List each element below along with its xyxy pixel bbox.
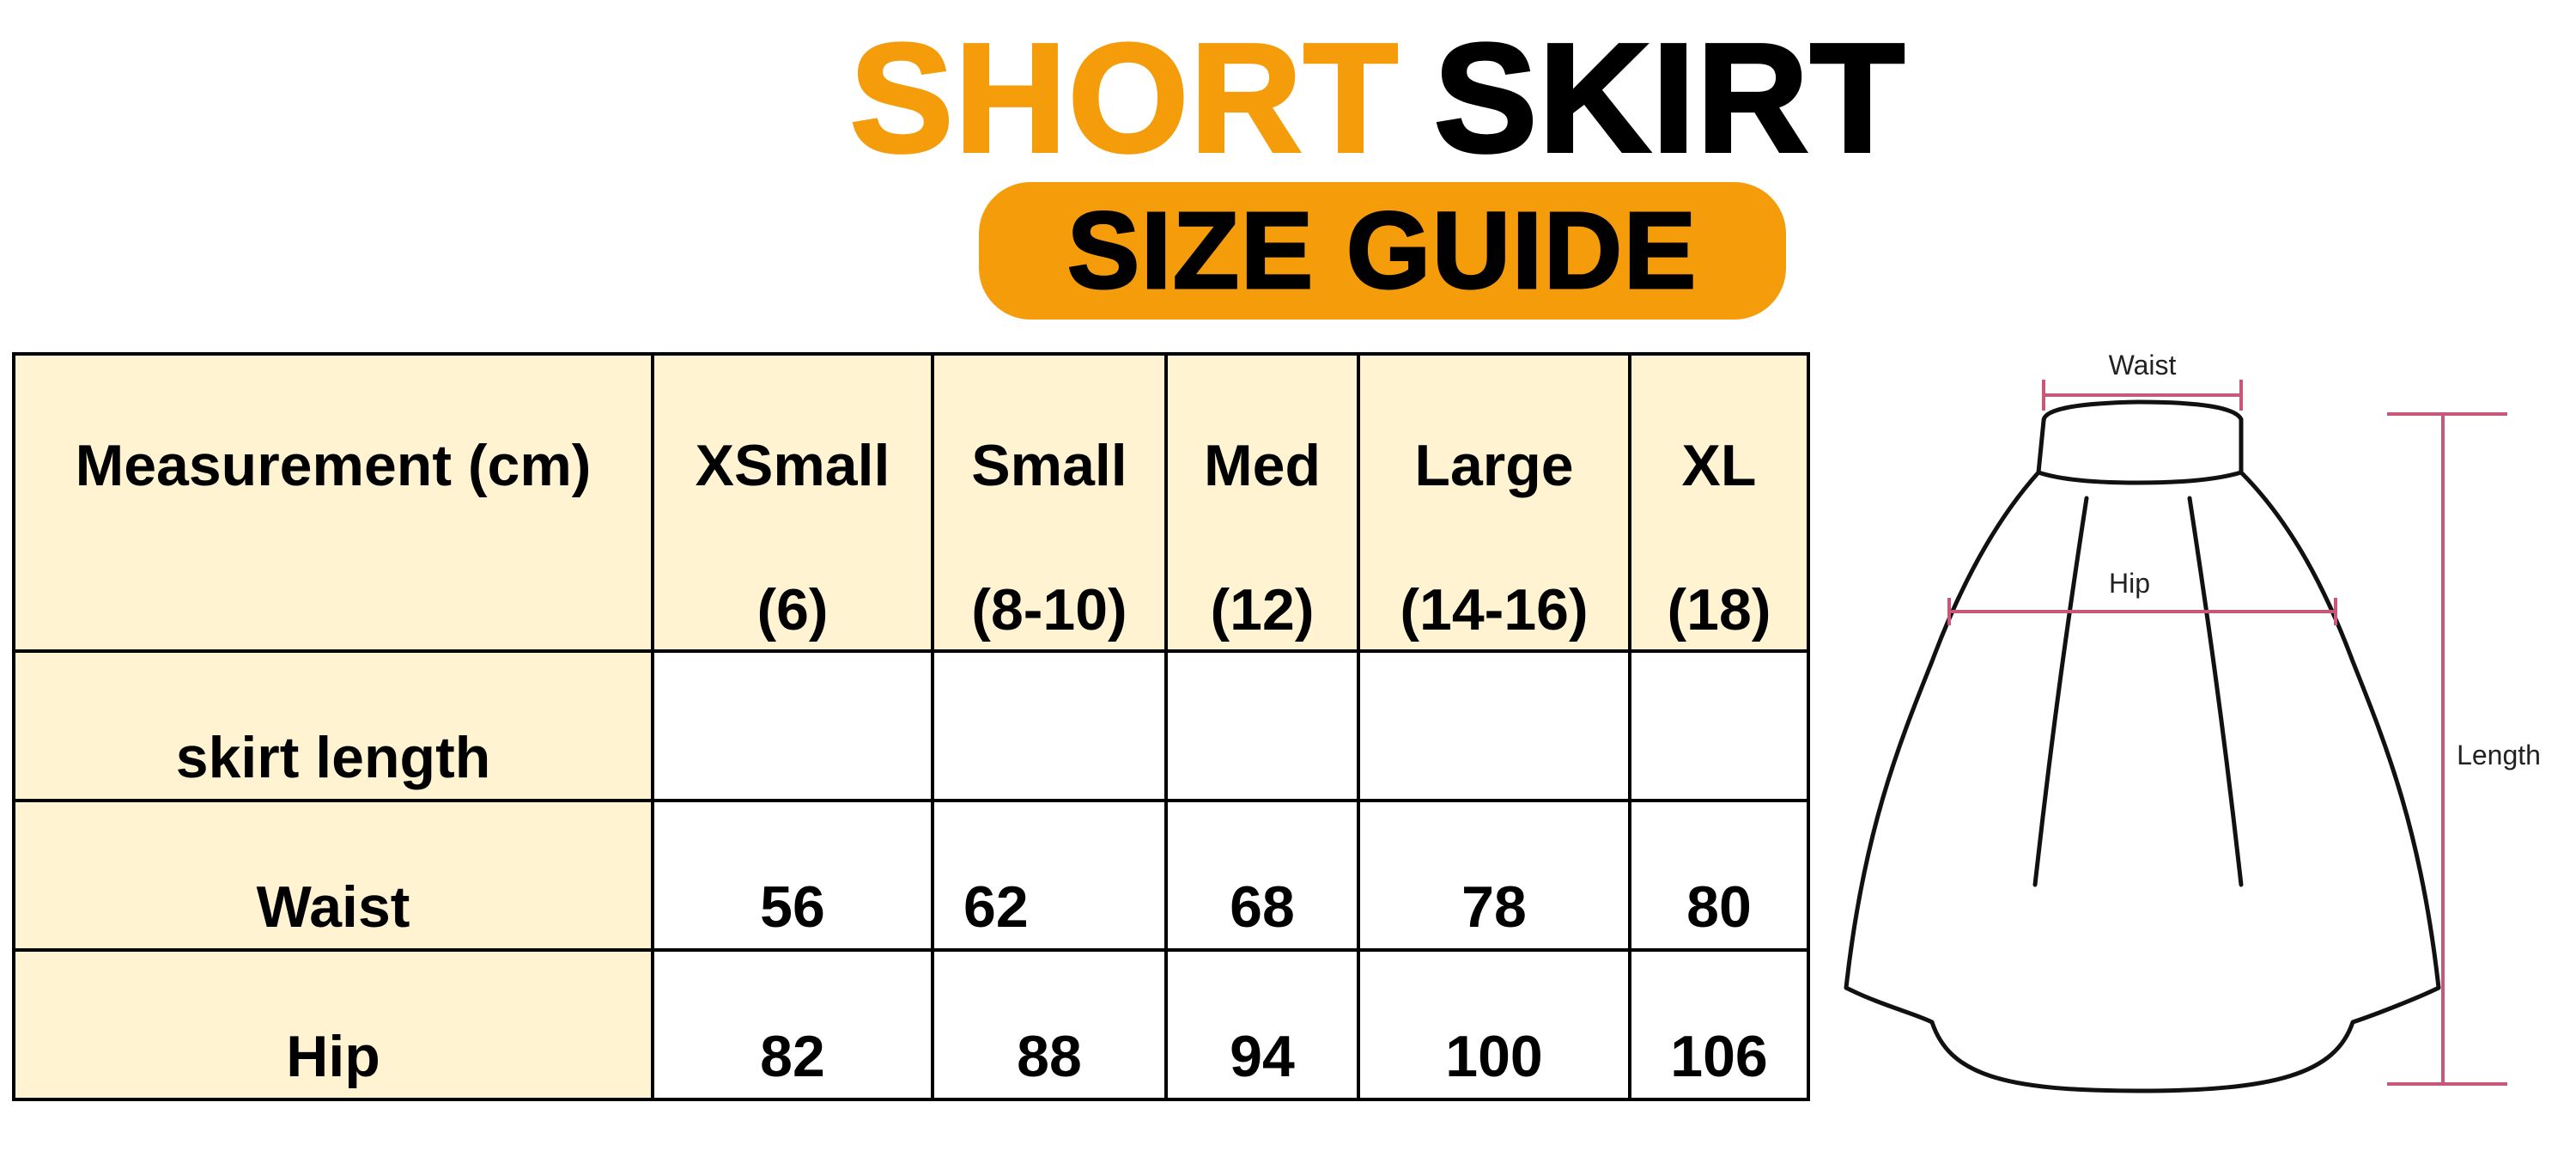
table-row-waist: Waist 56 62 68 78 80 (12, 799, 1810, 952)
header-measurement-label: Measurement (cm) (75, 433, 592, 498)
length-label: Length (2457, 740, 2541, 770)
value: 100 (1445, 1024, 1543, 1089)
header-size-xsmall: XSmall (6) (651, 352, 934, 653)
value-cell: 56 (651, 799, 934, 952)
value-cell: 78 (1357, 799, 1631, 952)
header-size-xl: XL (18) (1628, 352, 1810, 653)
header-measurement-cell: Measurement (cm) (12, 352, 654, 653)
value: 80 (1686, 874, 1752, 940)
value-cell: 94 (1164, 948, 1360, 1101)
value-cell: 100 (1357, 948, 1631, 1101)
skirt-diagram: Waist Hip Length (1829, 335, 2567, 1125)
value-cell (1164, 649, 1360, 802)
table-header-row: Measurement (cm) XSmall (6) Small (8-10)… (12, 352, 1810, 653)
size-name: XSmall (695, 433, 890, 498)
row-label: Hip (286, 1024, 380, 1089)
value: 82 (760, 1024, 825, 1089)
value-cell (651, 649, 934, 802)
value: 106 (1670, 1024, 1768, 1089)
value-cell: 88 (931, 948, 1168, 1101)
size-number: (6) (756, 577, 829, 642)
size-number: (14-16) (1400, 577, 1589, 642)
table-row-skirt-length: skirt length (12, 649, 1810, 802)
row-label-cell: skirt length (12, 649, 654, 802)
value-cell: 68 (1164, 799, 1360, 952)
header-size-med: Med (12) (1164, 352, 1360, 653)
value-cell: 106 (1628, 948, 1810, 1101)
page-title: SHORT SKIRT (848, 15, 2018, 182)
row-label: skirt length (175, 725, 491, 790)
hip-label: Hip (2109, 568, 2150, 599)
row-label: Waist (256, 874, 410, 940)
size-number: (12) (1210, 577, 1315, 642)
header-size-small: Small (8-10) (931, 352, 1168, 653)
size-table: Measurement (cm) XSmall (6) Small (8-10)… (12, 352, 1810, 1101)
size-name: Small (971, 433, 1127, 498)
table-row-hip: Hip 82 88 94 100 106 (12, 948, 1810, 1101)
value: 88 (1017, 1024, 1082, 1089)
value-cell: 80 (1628, 799, 1810, 952)
value-cell (931, 649, 1168, 802)
value: 78 (1461, 874, 1527, 940)
size-name: XL (1681, 433, 1757, 498)
value: 94 (1230, 1024, 1295, 1089)
value-cell: 82 (651, 948, 934, 1101)
size-number: (8-10) (971, 577, 1127, 642)
value: 62 (963, 874, 1029, 940)
value: 68 (1230, 874, 1295, 940)
size-guide-badge: SIZE GUIDE (979, 182, 1786, 320)
size-name: Large (1414, 433, 1574, 498)
value-cell: 62 (931, 799, 1168, 952)
title-skirt: SKIRT (1432, 12, 1906, 185)
title-short: SHORT (848, 12, 1400, 185)
row-label-cell: Waist (12, 799, 654, 952)
hip-measure-line (1947, 598, 2337, 625)
size-number: (18) (1667, 577, 1771, 642)
skirt-outline (1844, 399, 2441, 1093)
value-cell (1357, 649, 1631, 802)
value-cell (1628, 649, 1810, 802)
size-name: Med (1204, 433, 1321, 498)
header-size-large: Large (14-16) (1357, 352, 1631, 653)
row-label-cell: Hip (12, 948, 654, 1101)
waist-label: Waist (2109, 350, 2177, 381)
value: 56 (760, 874, 825, 940)
